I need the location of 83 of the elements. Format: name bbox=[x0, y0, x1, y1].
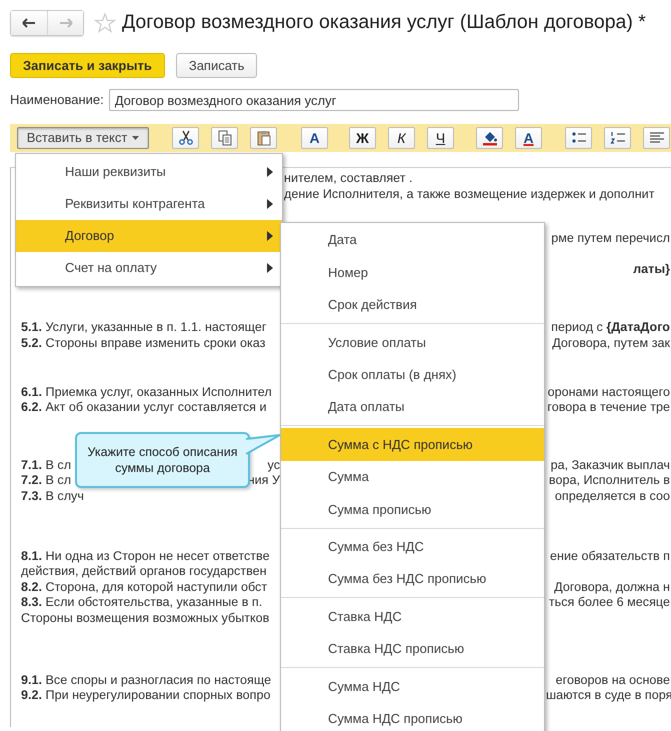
document-text: 9.1. Все споры и разногласия по настояще bbox=[21, 672, 272, 688]
submenu-arrow-icon bbox=[267, 231, 273, 241]
document-text: ться более 6 месяце bbox=[548, 595, 670, 610]
menu-item[interactable]: Счет на оплату bbox=[16, 252, 282, 284]
document-text: рме путем перечисл bbox=[551, 231, 670, 246]
document-text: 6.1. Приемка услуг, оказанных Исполнител bbox=[21, 384, 272, 400]
document-text: Договора, должна н bbox=[554, 580, 670, 594]
document-text: дение Исполнителя, а также возмещение издержек и дополнит bbox=[284, 186, 654, 201]
copy-icon bbox=[216, 130, 232, 146]
bullets-button[interactable] bbox=[565, 127, 592, 149]
menu-item[interactable]: Дата bbox=[281, 224, 544, 256]
menu-item[interactable]: Ставка НДС bbox=[281, 600, 544, 633]
cut-button[interactable] bbox=[172, 127, 199, 149]
document-text: Договора, путем зак bbox=[552, 336, 670, 350]
menu-item[interactable]: Сумма с НДС прописью bbox=[281, 428, 544, 461]
document-text: говора в течение тре bbox=[547, 400, 670, 414]
field-label: Наименование: bbox=[10, 91, 104, 110]
save-button[interactable]: Записать bbox=[176, 53, 258, 78]
scissors-icon bbox=[178, 130, 194, 146]
menu-item[interactable]: Наши реквизиты bbox=[16, 156, 282, 188]
menu-item[interactable]: Дата оплаты bbox=[281, 390, 544, 424]
document-text: 5.1. Услуги, указанные в п. 1.1. настоящег bbox=[21, 320, 266, 336]
caret-icon bbox=[132, 136, 140, 140]
paint-bucket-icon bbox=[482, 130, 498, 146]
menu-item[interactable]: Срок оплаты (в днях) bbox=[281, 358, 544, 391]
document-text: 8.3. Если обстоятельства, указанные в п. bbox=[21, 595, 262, 611]
hint-callout: Укажите способ описания суммы договора bbox=[75, 432, 250, 488]
document-text: 7.2. В сл bbox=[21, 473, 72, 489]
font-button[interactable]: A bbox=[301, 127, 328, 149]
menu-item[interactable]: Условие оплаты bbox=[281, 326, 544, 359]
document-text: нителем, составляет . bbox=[284, 171, 413, 185]
fill-color-button[interactable] bbox=[476, 127, 503, 149]
underline-button[interactable]: Ч bbox=[427, 127, 454, 149]
menu-item[interactable]: Сумма НДС прописью bbox=[281, 702, 544, 731]
text-color-button[interactable]: A bbox=[515, 127, 542, 149]
document-text: 6.2. Акт об оказании услуг составляется и bbox=[21, 400, 266, 416]
menu-item[interactable]: Сумма прописью bbox=[281, 493, 544, 526]
submenu-arrow-icon bbox=[267, 263, 273, 273]
menu-item[interactable]: Сумма без НДС прописью bbox=[281, 562, 544, 596]
name-field[interactable]: Договор возмездного оказания услуг bbox=[108, 89, 519, 111]
document-text: период с {ДатаДого bbox=[551, 320, 670, 334]
document-text: Стороны возмещения возможных убытков bbox=[21, 610, 270, 626]
document-text: вора, Исполнитель в bbox=[548, 473, 670, 488]
insert-dropdown-button[interactable]: Вставить в текст bbox=[17, 127, 149, 149]
paste-button[interactable] bbox=[250, 127, 277, 149]
document-text: 8.2. Сторона, для которой наступили обст bbox=[21, 580, 268, 596]
forward-arrow-icon bbox=[58, 18, 72, 28]
menu-item[interactable]: Номер bbox=[281, 256, 544, 289]
document-text: ение обязательств п bbox=[550, 548, 670, 563]
document-text: определяется в соо bbox=[554, 488, 670, 503]
numbering-button[interactable] bbox=[604, 127, 631, 149]
document-text: 8.1. Ни одна из Сторон не несет ответстве bbox=[21, 548, 270, 564]
document-text: латы} bbox=[633, 262, 670, 276]
back-button[interactable] bbox=[11, 10, 47, 34]
document-text: 9.2. При неурегулировании спорных вопро bbox=[21, 688, 270, 704]
menu-item[interactable]: Реквизиты контрагента bbox=[16, 188, 282, 220]
bold-button[interactable]: Ж bbox=[349, 127, 376, 149]
submenu-arrow-icon bbox=[267, 167, 273, 177]
document-text: 7.1. В сл bbox=[21, 458, 72, 474]
star-icon[interactable] bbox=[94, 12, 116, 34]
menu-item[interactable]: Ставка НДС прописью bbox=[281, 632, 544, 666]
save-and-close-button[interactable]: Записать и закрыть bbox=[10, 53, 165, 78]
document-text: еговоров на основе bbox=[556, 672, 670, 686]
back-arrow-icon bbox=[22, 18, 36, 28]
menu-item[interactable]: Договор bbox=[16, 220, 282, 252]
italic-button[interactable]: К bbox=[388, 127, 415, 149]
document-text: 7.3. В случ bbox=[21, 488, 84, 505]
document-text: 5.2. Стороны вправе изменить сроки оказ bbox=[21, 336, 266, 352]
copy-button[interactable] bbox=[211, 127, 238, 149]
submenu-arrow-icon bbox=[267, 199, 273, 209]
document-text: действия, действий органов государствен bbox=[21, 564, 267, 580]
document-text: оронами настоящего bbox=[548, 384, 670, 399]
align-button[interactable] bbox=[643, 127, 670, 149]
menu-item[interactable]: Сумма без НДС bbox=[281, 530, 544, 563]
menu-item[interactable]: Сумма НДС bbox=[281, 670, 544, 702]
menu-item[interactable]: Срок действия bbox=[281, 288, 544, 322]
paste-icon bbox=[256, 130, 272, 146]
navigation-buttons[interactable] bbox=[10, 10, 84, 36]
window-title: Договор возмездного оказания услуг (Шаблон договора) * bbox=[122, 10, 646, 35]
document-text: ра, Заказчик выплач bbox=[550, 458, 670, 472]
numbered-list-icon bbox=[610, 130, 626, 146]
menu-item[interactable]: Сумма bbox=[281, 460, 544, 494]
document-text: ус bbox=[268, 458, 280, 474]
